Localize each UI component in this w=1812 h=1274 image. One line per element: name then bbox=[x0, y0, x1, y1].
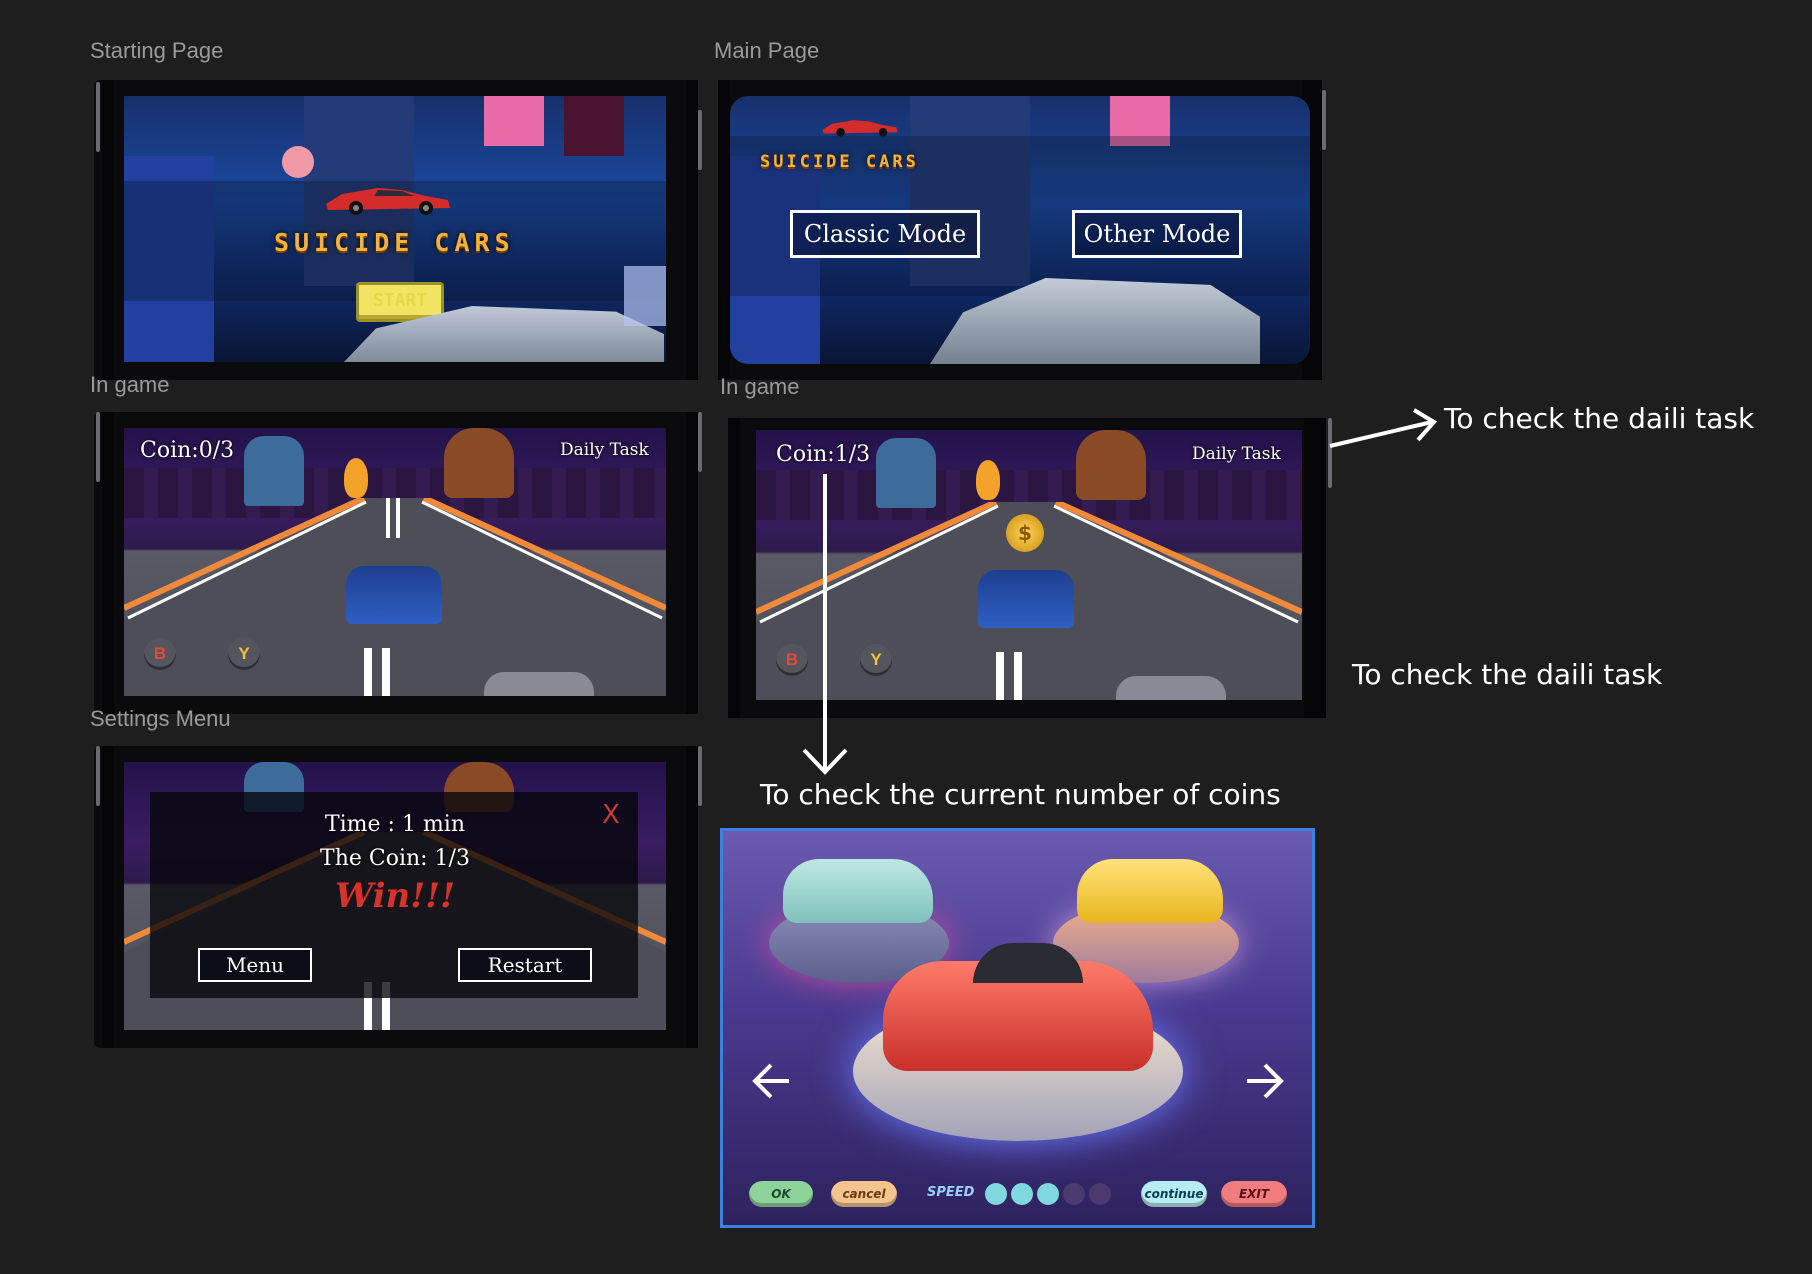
frame-label-main-page: Main Page bbox=[714, 38, 820, 63]
monster bbox=[876, 438, 936, 508]
frame-label-in-game-2: In game bbox=[720, 374, 800, 399]
annotation-coins: To check the current number of coins bbox=[760, 778, 1281, 811]
side-button bbox=[96, 412, 100, 482]
side-button bbox=[698, 746, 702, 806]
time-label: Time : 1 min bbox=[324, 812, 466, 837]
annotation-daily-task-arrow: To check the daili task bbox=[1444, 402, 1755, 435]
moon bbox=[282, 146, 314, 178]
side-button bbox=[1322, 90, 1326, 150]
arrow-to-daily-task bbox=[1329, 408, 1438, 448]
ok-button[interactable]: OK bbox=[749, 1181, 813, 1207]
game-title: SUICIDE CARS bbox=[760, 152, 919, 172]
monster bbox=[244, 436, 304, 506]
neon-sign bbox=[564, 96, 624, 156]
in-game-1-frame: Coin:0/3 Daily Task B Y bbox=[94, 412, 702, 714]
gorilla bbox=[1076, 430, 1146, 500]
coin-symbol: $ bbox=[1018, 521, 1032, 545]
player-car bbox=[346, 566, 442, 624]
player-car bbox=[978, 570, 1074, 628]
restart-button[interactable]: Restart bbox=[458, 948, 592, 982]
y-button[interactable]: Y bbox=[228, 638, 260, 670]
cancel-button[interactable]: cancel bbox=[831, 1181, 897, 1207]
speed-meter bbox=[985, 1183, 1125, 1205]
settings-screen: X Time : 1 min The Coin: 1/3 Win!!! Menu… bbox=[124, 762, 666, 1030]
phone-edge-right bbox=[686, 412, 698, 714]
side-button bbox=[96, 82, 100, 152]
frame-label-settings-menu: Settings Menu bbox=[90, 706, 231, 731]
building bbox=[624, 266, 666, 326]
fire bbox=[344, 458, 368, 498]
frame-label-in-game-1: In game bbox=[90, 372, 170, 397]
other-mode-button[interactable]: Other Mode bbox=[1072, 210, 1242, 258]
side-button bbox=[698, 412, 702, 472]
car-yellow bbox=[1077, 859, 1223, 923]
annotation-daily-task: To check the daili task bbox=[1352, 658, 1663, 691]
speed-label: SPEED bbox=[927, 1185, 975, 1200]
opponent-car bbox=[1116, 676, 1226, 700]
starting-page-frame: SUICIDE CARS START bbox=[94, 80, 702, 380]
red-car-icon bbox=[822, 120, 898, 137]
game-title: SUICIDE CARS bbox=[274, 228, 515, 257]
car-select-screen: OK cancel SPEED continue EXIT bbox=[720, 828, 1315, 1228]
daily-task-button[interactable]: Daily Task bbox=[1192, 444, 1281, 464]
settings-menu-frame: X Time : 1 min The Coin: 1/3 Win!!! Menu… bbox=[94, 746, 702, 1048]
red-car-icon bbox=[326, 188, 450, 215]
speed-wheel-icon bbox=[985, 1183, 1007, 1205]
win-label: Win!!! bbox=[335, 876, 455, 916]
side-button bbox=[96, 746, 100, 806]
arrow-right-icon[interactable] bbox=[1243, 1059, 1287, 1103]
phone-edge-left bbox=[718, 80, 730, 380]
exit-button[interactable]: EXIT bbox=[1221, 1181, 1287, 1207]
phone-edge-right bbox=[686, 80, 698, 380]
coin-counter: Coin:0/3 bbox=[140, 438, 235, 463]
phone-edge-right bbox=[686, 746, 698, 1048]
classic-mode-button[interactable]: Classic Mode bbox=[790, 210, 980, 258]
main-page-frame: SUICIDE CARS Classic Mode Other Mode bbox=[718, 80, 1326, 380]
speed-wheel-icon bbox=[1063, 1183, 1085, 1205]
phone-edge-right bbox=[1304, 418, 1326, 718]
starting-screen: SUICIDE CARS START bbox=[124, 96, 666, 362]
frame-label-starting-page: Starting Page bbox=[90, 38, 224, 63]
opponent-car bbox=[484, 672, 594, 696]
speed-wheel-icon bbox=[1037, 1183, 1059, 1205]
y-button[interactable]: Y bbox=[860, 644, 892, 676]
side-button bbox=[698, 110, 702, 170]
car-teal bbox=[783, 859, 933, 923]
coin-result-label: The Coin: 1/3 bbox=[320, 846, 470, 871]
menu-button[interactable]: Menu bbox=[198, 948, 312, 982]
coin-icon: $ bbox=[1006, 514, 1044, 552]
gorilla bbox=[444, 428, 514, 498]
continue-button[interactable]: continue bbox=[1141, 1181, 1207, 1207]
phone-edge-left bbox=[102, 412, 114, 714]
speed-wheel-icon bbox=[1089, 1183, 1111, 1205]
neon-sign bbox=[484, 96, 544, 146]
game-screen-1: Coin:0/3 Daily Task B Y bbox=[124, 428, 666, 696]
b-button[interactable]: B bbox=[144, 638, 176, 670]
arrow-to-coins bbox=[802, 474, 848, 775]
fire bbox=[976, 460, 1000, 500]
speed-wheel-icon bbox=[1011, 1183, 1033, 1205]
phone-edge-left bbox=[102, 80, 114, 380]
daily-task-button[interactable]: Daily Task bbox=[560, 440, 649, 460]
arrow-left-icon[interactable] bbox=[749, 1059, 793, 1103]
phone-edge-left bbox=[728, 418, 740, 718]
main-screen: SUICIDE CARS Classic Mode Other Mode bbox=[730, 96, 1310, 364]
phone-edge-left bbox=[102, 746, 114, 1048]
coin-counter: Coin:1/3 bbox=[776, 442, 871, 467]
